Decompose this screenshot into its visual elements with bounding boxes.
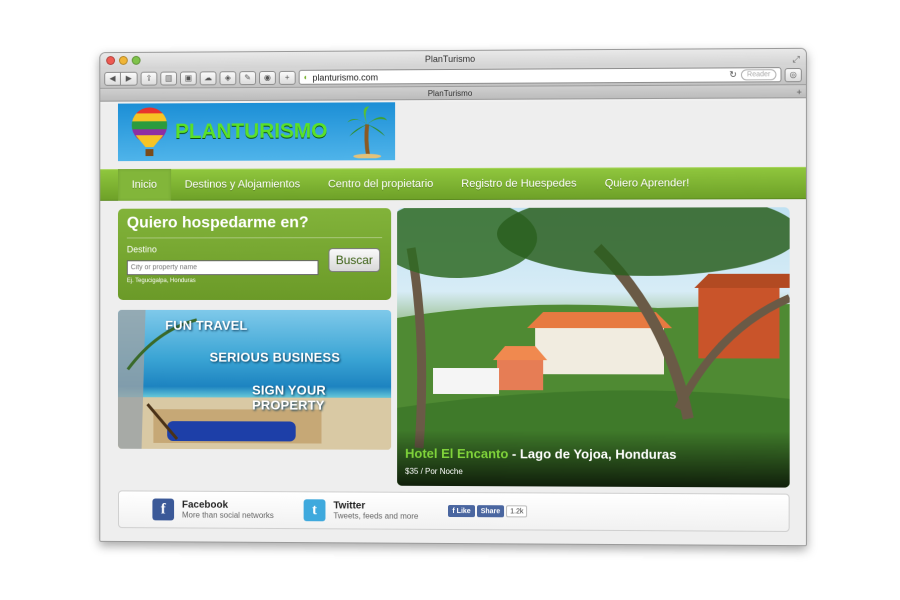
search-button[interactable]: Buscar xyxy=(328,248,381,273)
promo-line-3: SIGN YOUR PROPERTY xyxy=(252,382,326,413)
twitter-icon: t xyxy=(303,499,326,522)
browser-window: PlanTurismo ⤢ ◀ ▶ ⇪ ▥ ▣ ☁ ◈ ✎ ◉ + ◐ plan… xyxy=(99,47,807,547)
like-label: Like xyxy=(456,507,471,515)
facebook-icon: f xyxy=(152,498,175,521)
facebook-title: Facebook xyxy=(181,499,229,511)
search-title: Quiero hospedarme en? xyxy=(126,214,383,239)
twitter-link[interactable]: t Twitter Tweets, feeds and more xyxy=(303,499,418,522)
stop-icon[interactable]: ◉ xyxy=(259,70,276,85)
search-panel: Quiero hospedarme en? Destino Ej. Teguci… xyxy=(117,208,392,300)
rss-icon[interactable]: ◈ xyxy=(219,70,237,85)
promo-banner[interactable]: FUN TRAVEL SERIOUS BUSINESS SIGN YOUR PR… xyxy=(117,309,392,450)
featured-hotel[interactable]: Hotel El Encanto - Lago de Yojoa, Hondur… xyxy=(397,207,790,488)
logo-text: PLANTURISMO xyxy=(175,119,328,144)
search-row: Ej. Tegucigalpa, Honduras Buscar xyxy=(126,248,382,285)
nav-item-quiero-aprender[interactable]: Quiero Aprender! xyxy=(591,167,704,199)
social-bar: f Facebook More than social networks t T… xyxy=(117,490,790,532)
beach-scene-image xyxy=(117,309,392,450)
search-input-group: Ej. Tegucigalpa, Honduras xyxy=(126,256,319,285)
close-window-button[interactable] xyxy=(106,56,116,66)
minimize-window-button[interactable] xyxy=(118,55,128,65)
nav-item-registro-huespedes[interactable]: Registro de Huespedes xyxy=(447,168,590,200)
address-bar[interactable]: ◐ planturismo.com ↻ Reader xyxy=(298,67,782,85)
site-favicon-icon: ◐ xyxy=(303,72,309,82)
share-button[interactable]: Share xyxy=(476,505,505,518)
twitter-subtitle: Tweets, feeds and more xyxy=(333,511,419,521)
facebook-text: Facebook More than social networks xyxy=(182,500,274,520)
thumbs-up-icon: f xyxy=(452,507,455,515)
tab-active[interactable]: PlanTurismo xyxy=(428,89,473,98)
wrench-icon[interactable]: ✎ xyxy=(239,70,257,85)
title-separator: - xyxy=(508,446,520,462)
web-page: PLANTURISMO Inicio Destinos y Alojamient… xyxy=(100,100,806,546)
share-icon[interactable]: ⇪ xyxy=(140,71,158,86)
hero-caption: Hotel El Encanto - Lago de Yojoa, Hondur… xyxy=(397,429,790,488)
hotel-price: $35 / Por Noche xyxy=(405,466,463,477)
twitter-text: Twitter Tweets, feeds and more xyxy=(333,500,418,520)
nav-item-inicio[interactable]: Inicio xyxy=(117,168,171,201)
back-button[interactable]: ◀ xyxy=(104,71,121,86)
add-tab-icon[interactable]: + xyxy=(796,86,801,99)
hero-title: Hotel El Encanto - Lago de Yojoa, Hondur… xyxy=(405,446,781,463)
search-hint: Ej. Tegucigalpa, Honduras xyxy=(126,278,196,285)
facebook-link[interactable]: f Facebook More than social networks xyxy=(152,498,274,521)
history-nav: ◀ ▶ xyxy=(104,71,138,86)
downloads-icon[interactable]: ◎ xyxy=(784,67,802,82)
window-controls xyxy=(106,55,141,66)
cloud-icon[interactable]: ☁ xyxy=(199,70,217,85)
fullscreen-icon[interactable]: ⤢ xyxy=(792,51,799,67)
facebook-buttons: f Like Share 1.2k xyxy=(448,504,528,518)
promo-line-1: FUN TRAVEL xyxy=(165,317,248,333)
site-logo[interactable]: PLANTURISMO xyxy=(117,102,396,162)
reload-icon[interactable]: ↻ xyxy=(729,69,737,80)
twitter-title: Twitter xyxy=(333,500,366,512)
new-tab-plus-icon[interactable]: + xyxy=(278,70,296,85)
bookmarks-icon[interactable]: ▥ xyxy=(160,71,178,86)
reader-button[interactable]: Reader xyxy=(740,69,777,81)
forward-button[interactable]: ▶ xyxy=(120,71,138,86)
promo-line-2: SERIOUS BUSINESS xyxy=(209,349,341,365)
share-count: 1.2k xyxy=(506,505,528,518)
palm-tree-icon xyxy=(348,106,388,159)
zoom-window-button[interactable] xyxy=(131,55,141,65)
facebook-subtitle: More than social networks xyxy=(181,510,274,521)
url-text[interactable]: planturismo.com xyxy=(312,72,378,82)
hot-air-balloon-icon xyxy=(132,108,169,157)
nav-item-destinos[interactable]: Destinos y Alojamientos xyxy=(171,168,314,200)
main-navigation: Inicio Destinos y Alojamientos Centro de… xyxy=(100,166,806,201)
reading-list-icon[interactable]: ▣ xyxy=(179,70,197,85)
window-title: PlanTurismo xyxy=(424,53,476,65)
hotel-location: Lago de Yojoa, Honduras xyxy=(519,446,677,462)
destination-input[interactable] xyxy=(126,260,319,276)
nav-item-centro-propietario[interactable]: Centro del propietario xyxy=(314,168,447,200)
like-button[interactable]: f Like xyxy=(448,504,475,518)
tab-bar: PlanTurismo + xyxy=(100,85,806,102)
hotel-name[interactable]: Hotel El Encanto xyxy=(405,446,508,461)
